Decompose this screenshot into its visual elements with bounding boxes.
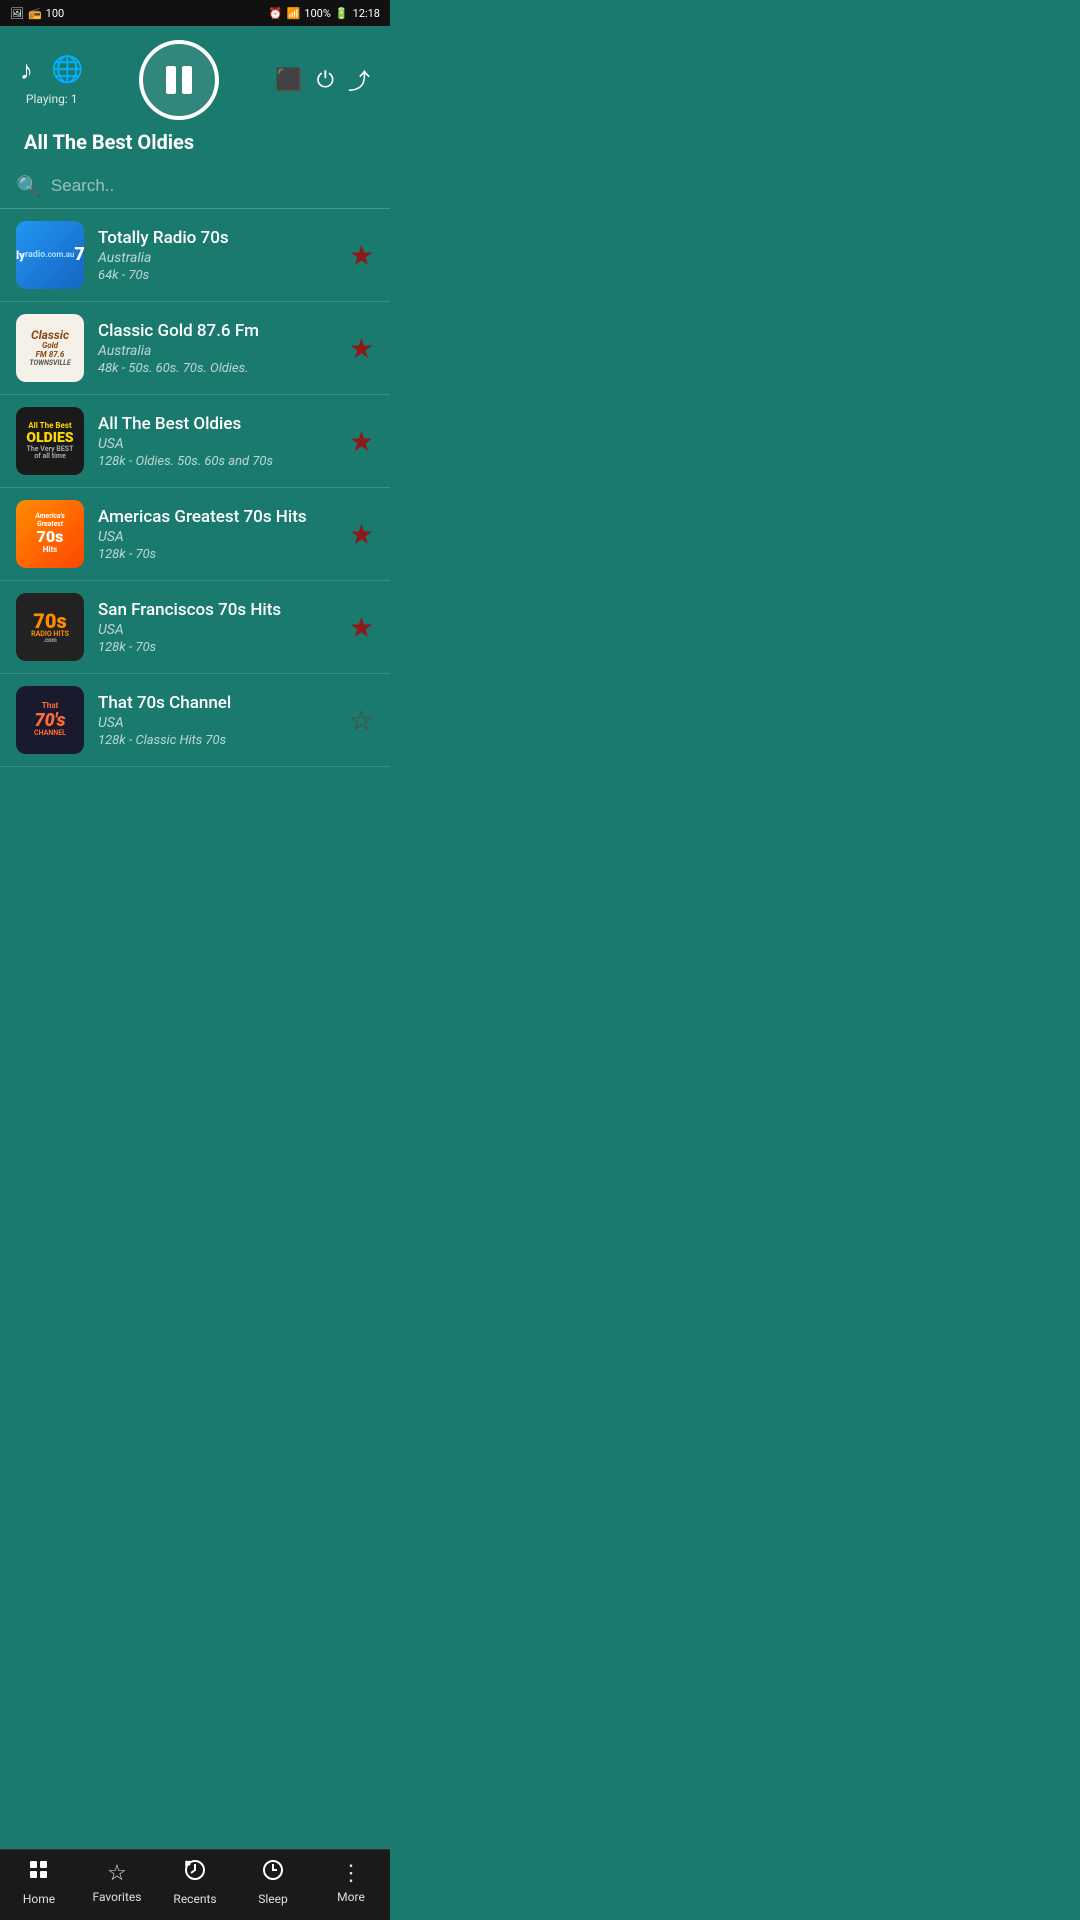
radio-icon: 📻 [28,7,42,20]
station-name: Americas Greatest 70s Hits [98,507,335,527]
favorite-button[interactable]: ☆ [349,704,374,737]
favorite-button[interactable]: ★ [349,518,374,551]
music-icon[interactable]: ♪ [20,55,33,86]
sleep-label: Sleep [258,1892,288,1906]
station-meta: 64k - 70s [98,268,335,283]
recents-icon [183,1858,207,1888]
station-info: San Franciscos 70s Hits USA 128k - 70s [98,600,335,655]
signal-number: 100 [46,7,65,20]
playing-label: Playing: 1 [26,92,78,106]
music-globe-section: ♪ 🌐 Playing: 1 [20,55,83,106]
list-item[interactable]: America's Greatest 70s Hits Americas Gre… [0,488,390,581]
status-left: 🖼 📻 100 [10,7,64,20]
globe-icon[interactable]: 🌐 [51,55,83,86]
station-country: USA [98,529,335,545]
station-logo: totally radio .com.au 70's [16,221,84,289]
search-input[interactable] [51,176,374,196]
favorites-label: Favorites [93,1890,142,1904]
pause-button-section[interactable] [139,40,219,120]
battery-icon: 🔋 [335,7,349,20]
home-label: Home [23,1892,55,1906]
alarm-icon: ⏰ [269,7,283,20]
recents-label: Recents [173,1892,216,1906]
sleep-icon [261,1858,285,1888]
search-bar[interactable]: 🔍 [0,164,390,209]
station-info: Classic Gold 87.6 Fm Australia 48k - 50s… [98,321,335,376]
now-playing-title: All The Best Oldies [20,130,198,154]
stop-icon[interactable]: ⬛ [275,68,302,93]
nav-more[interactable]: ⋮ More [312,1861,390,1904]
sleep-svg [261,1858,285,1882]
battery-text: 100% [304,7,331,20]
recents-svg [183,1858,207,1882]
favorites-icon: ☆ [107,1861,127,1886]
list-item[interactable]: Classic Gold FM 87.6 TOWNSVILLE Classic … [0,302,390,395]
station-logo: All The Best OLDIES The Very BEST of all… [16,407,84,475]
home-svg [27,1858,51,1882]
power-icon[interactable]: ⏻ [317,68,334,93]
bottom-nav: Home ☆ Favorites Recents Sleep ⋮ More [0,1849,390,1920]
station-country: USA [98,715,335,731]
status-right: ⏰ 📶 100% 🔋 12:18 [269,7,380,20]
nav-favorites[interactable]: ☆ Favorites [78,1861,156,1904]
list-item[interactable]: 70s RADIO HITS .com San Franciscos 70s H… [0,581,390,674]
share-icon[interactable]: ⤴ [348,64,370,96]
time-display: 12:18 [353,7,380,20]
nav-recents[interactable]: Recents [156,1858,234,1906]
wifi-icon: 📶 [287,7,301,20]
station-logo: Classic Gold FM 87.6 TOWNSVILLE [16,314,84,382]
favorite-button[interactable]: ★ [349,425,374,458]
search-icon: 🔍 [16,174,41,198]
nav-sleep[interactable]: Sleep [234,1858,312,1906]
favorite-button[interactable]: ★ [349,611,374,644]
station-name: San Franciscos 70s Hits [98,600,335,620]
list-item[interactable]: That 70's CHANNEL That 70s Channel USA 1… [0,674,390,767]
pause-button[interactable] [139,40,219,120]
header: ♪ 🌐 Playing: 1 ⬛ ⏻ ⤴ All The Best Oldies [0,26,390,164]
status-bar: 🖼 📻 100 ⏰ 📶 100% 🔋 12:18 [0,0,390,26]
favorite-button[interactable]: ★ [349,332,374,365]
station-info: That 70s Channel USA 128k - Classic Hits… [98,693,335,748]
station-list: totally radio .com.au 70's Totally Radio… [0,209,390,847]
station-logo: America's Greatest 70s Hits [16,500,84,568]
station-country: Australia [98,343,335,359]
photo-icon: 🖼 [10,7,24,20]
station-logo: 70s RADIO HITS .com [16,593,84,661]
station-info: All The Best Oldies USA 128k - Oldies. 5… [98,414,335,469]
more-icon: ⋮ [340,1861,362,1886]
station-country: USA [98,622,335,638]
station-meta: 128k - Classic Hits 70s [98,733,335,748]
more-label: More [337,1890,365,1904]
station-country: Australia [98,250,335,266]
nav-home[interactable]: Home [0,1858,78,1906]
station-name: Totally Radio 70s [98,228,335,248]
favorite-button[interactable]: ★ [349,239,374,272]
home-icon [27,1858,51,1888]
list-item[interactable]: totally radio .com.au 70's Totally Radio… [0,209,390,302]
station-meta: 128k - 70s [98,640,335,655]
list-item[interactable]: All The Best OLDIES The Very BEST of all… [0,395,390,488]
playback-controls: ⬛ ⏻ ⤴ [275,64,370,96]
station-meta: 128k - 70s [98,547,335,562]
pause-icon [166,66,192,94]
station-name: That 70s Channel [98,693,335,713]
station-info: Totally Radio 70s Australia 64k - 70s [98,228,335,283]
station-country: USA [98,436,335,452]
station-logo: That 70's CHANNEL [16,686,84,754]
station-name: Classic Gold 87.6 Fm [98,321,335,341]
station-info: Americas Greatest 70s Hits USA 128k - 70… [98,507,335,562]
station-name: All The Best Oldies [98,414,335,434]
station-meta: 128k - Oldies. 50s. 60s and 70s [98,454,335,469]
station-meta: 48k - 50s. 60s. 70s. Oldies. [98,361,335,376]
